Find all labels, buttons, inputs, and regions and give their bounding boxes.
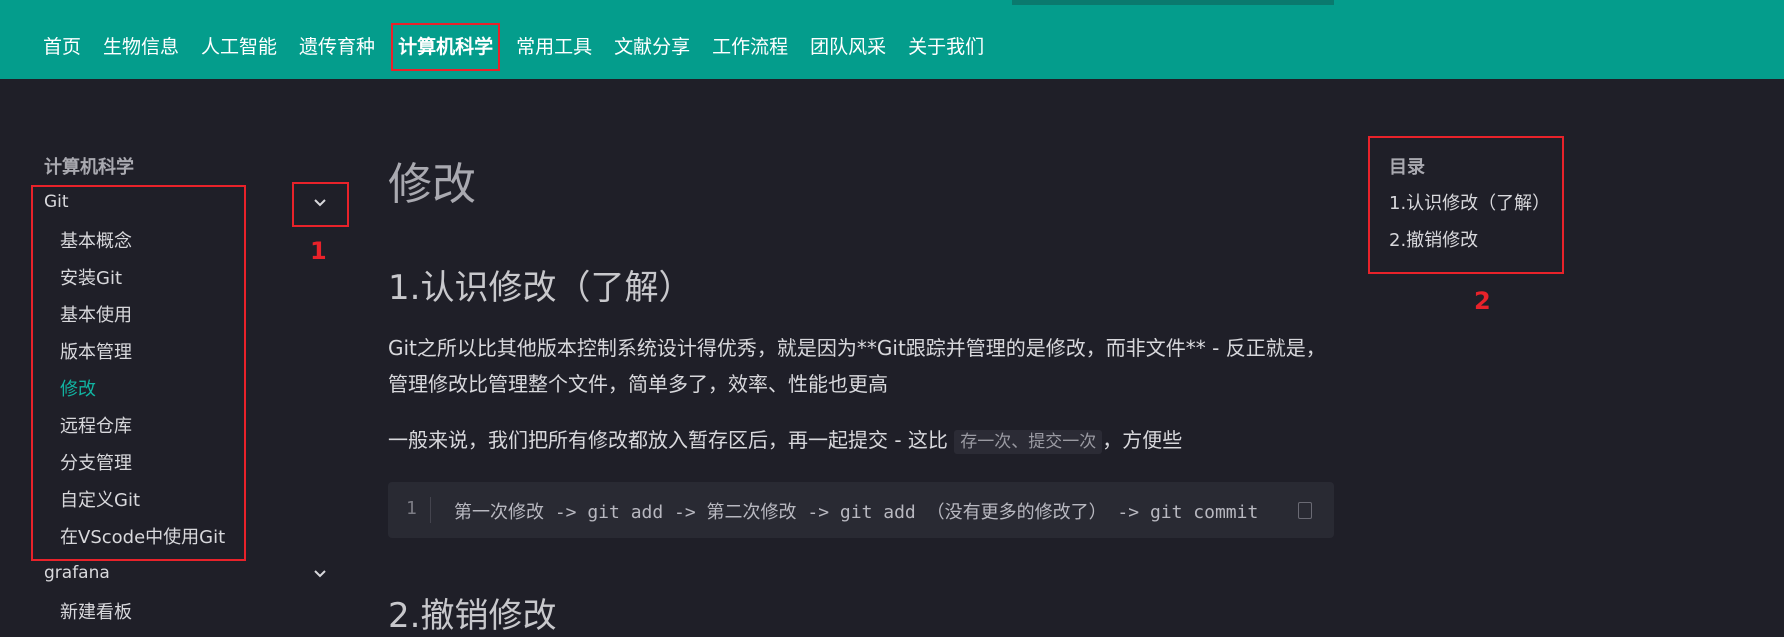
copy-icon[interactable] [1298,502,1312,519]
toc-item-2[interactable]: 2.撤销修改 [1389,226,1478,252]
sidebar-item-new-dashboard[interactable]: 新建看板 [60,598,132,624]
paragraph-2-tail: ，方便些 [1102,428,1183,452]
toc-title: 目录 [1389,157,1425,178]
sidebar-group-grafana[interactable]: grafana [44,563,110,583]
nav-item-bioinformatics[interactable]: 生物信息 [92,25,190,69]
nav-item-breeding[interactable]: 遗传育种 [288,25,386,69]
paragraph-1: Git之所以比其他版本控制系统设计得优秀，就是因为**Git跟踪并管理的是修改，… [388,336,1326,396]
toc-item-1[interactable]: 1.认识修改（了解） [1389,189,1550,215]
top-nav-bar: 首页 生物信息 人工智能 遗传育种 计算机科学 常用工具 文献分享 工作流程 团… [0,0,1784,79]
nav-item-about[interactable]: 关于我们 [897,25,995,69]
nav-item-workflow[interactable]: 工作流程 [701,25,799,69]
nav-item-computer-science[interactable]: 计算机科学 [391,23,501,71]
nav-item-home[interactable]: 首页 [32,25,92,69]
code-gutter-divider [430,497,431,523]
nav-item-tools[interactable]: 常用工具 [505,25,603,69]
chevron-down-icon[interactable] [310,564,330,584]
nav-item-ai[interactable]: 人工智能 [190,25,288,69]
nav-item-papers[interactable]: 文献分享 [603,25,701,69]
section-heading-1: 1.认识修改（了解） [388,268,693,308]
code-block: 1 第一次修改 -> git add -> 第二次修改 -> git add （… [388,482,1334,538]
annotation-box-sidebar [31,185,246,561]
annotation-box-chevron [292,182,349,227]
annotation-label-1: 1 [310,237,327,265]
main-nav: 首页 生物信息 人工智能 遗传育种 计算机科学 常用工具 文献分享 工作流程 团… [32,22,995,72]
section-heading-2: 2.撤销修改 [388,596,557,636]
annotation-label-2: 2 [1474,287,1491,315]
inline-code: 存一次、提交一次 [954,430,1103,454]
paragraph-2-text: 一般来说，我们把所有修改都放入暂存区后，再一起提交 - 这比 [388,428,955,452]
code-line-number: 1 [406,498,417,519]
search-bar-edge[interactable] [1012,0,1334,5]
sidebar-title: 计算机科学 [44,157,134,178]
code-text[interactable]: 第一次修改 -> git add -> 第二次修改 -> git add （没有… [454,498,1284,524]
page-title: 修改 [388,159,476,210]
nav-item-team[interactable]: 团队风采 [799,25,897,69]
paragraph-2: 一般来说，我们把所有修改都放入暂存区后，再一起提交 - 这比 存一次、提交一次，… [388,422,1338,460]
